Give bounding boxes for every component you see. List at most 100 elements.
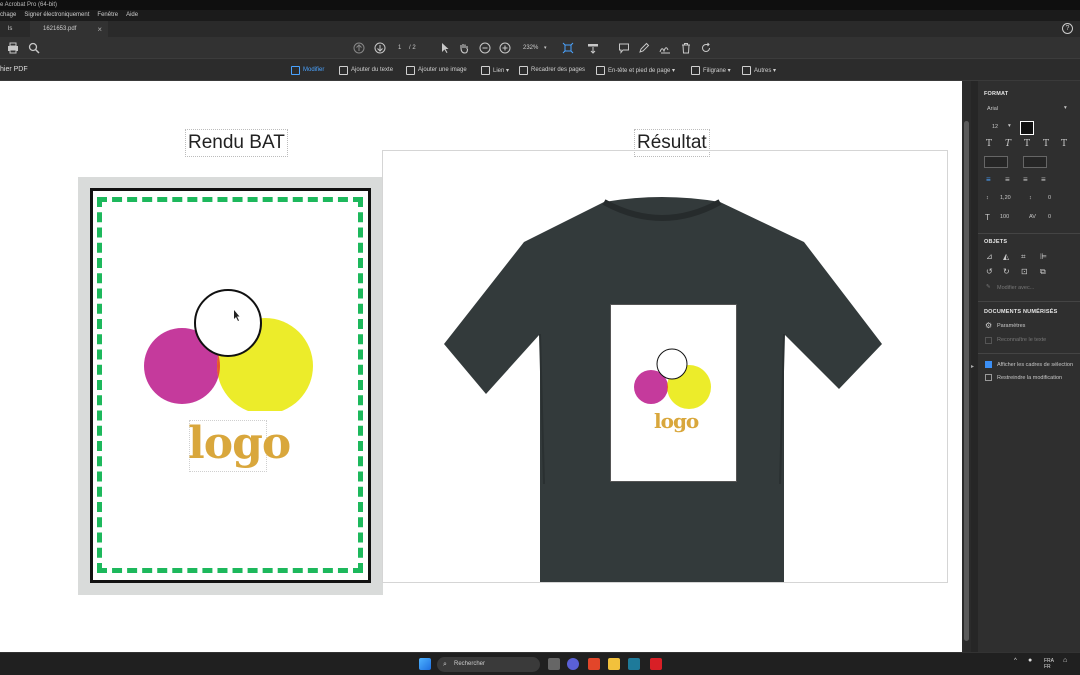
select-cursor-icon[interactable] (439, 42, 451, 54)
menu-item-help[interactable]: Aide (126, 10, 138, 21)
zoom-level[interactable]: 232% (523, 42, 538, 54)
font-size-dropdown-icon[interactable]: ▾ (1008, 123, 1011, 129)
link-icon (481, 65, 490, 75)
align-center-icon[interactable]: ≡ (1005, 175, 1010, 184)
italic-icon[interactable]: T (1005, 139, 1011, 149)
line-spacing-icon: ↕ (986, 195, 989, 201)
flip-horizontal-icon[interactable]: ◭ (1003, 252, 1009, 261)
superscript-icon[interactable]: T (1043, 139, 1049, 149)
text-style-t-icon[interactable]: T (986, 139, 992, 149)
add-image-icon (406, 65, 415, 75)
restrict-edit-checkbox[interactable] (985, 374, 992, 381)
align-right-icon[interactable]: ≡ (1023, 175, 1028, 184)
font-family-select[interactable]: Arial (987, 106, 998, 112)
tool-add-text[interactable]: Ajouter du texte (339, 64, 393, 76)
windows-start-icon[interactable] (419, 658, 431, 670)
microphone-icon[interactable]: ● (1028, 657, 1032, 664)
recognize-text-checkbox[interactable] (985, 337, 992, 344)
tab-bar: ls 1621653.pdf × (0, 21, 1080, 37)
bullet-list-button[interactable] (984, 156, 1008, 168)
rotate-left-icon[interactable]: ↺ (986, 267, 993, 276)
menu-item-sign[interactable]: Signer électroniquement (24, 10, 89, 21)
tray-chevron-icon[interactable]: ^ (1014, 658, 1017, 664)
rotate-icon[interactable] (700, 42, 712, 54)
task-view-icon[interactable] (548, 658, 560, 670)
taskbar-search[interactable]: ⌕ Rechercher (437, 657, 540, 672)
tool-add-image[interactable]: Ajouter une image (406, 64, 467, 76)
crop-image-icon[interactable]: ⌗ (1021, 252, 1026, 262)
brave-browser-icon[interactable] (588, 658, 600, 670)
settings-link[interactable]: Paramètres (997, 323, 1025, 329)
next-page-icon[interactable] (374, 42, 386, 54)
tool-more[interactable]: Autres ▾ (742, 64, 776, 76)
gear-icon[interactable]: ⚙ (985, 321, 992, 330)
prev-page-icon[interactable] (353, 42, 365, 54)
panel-separator (978, 301, 1080, 302)
print-icon[interactable] (7, 42, 19, 54)
modify-with-button[interactable]: Modifier avec... (997, 285, 1034, 291)
rotate-right-icon[interactable]: ↻ (1003, 267, 1010, 276)
tool-crop[interactable]: Recadrer des pages (519, 64, 585, 76)
para-spacing-value[interactable]: 0 (1048, 195, 1051, 201)
hand-tool-icon[interactable] (458, 42, 470, 54)
menu-item-display[interactable]: chage (0, 10, 16, 21)
logo-text-shirt: logo (654, 409, 699, 433)
tool-link[interactable]: Lien ▾ (481, 64, 509, 76)
restrict-edit-label: Restreindre la modification (997, 375, 1063, 381)
numbered-list-button[interactable] (1023, 156, 1047, 168)
search-icon[interactable] (28, 42, 40, 54)
tool-header-footer[interactable]: En-tête et pied de page ▾ (596, 64, 675, 76)
heading-bat-render[interactable]: Rendu BAT (185, 129, 288, 157)
tab-home-label: ls (8, 26, 13, 32)
underline-icon[interactable]: T (1024, 139, 1030, 149)
tracking-value[interactable]: 0 (1048, 214, 1051, 220)
justify-icon[interactable]: ≡ (1041, 175, 1046, 184)
acrobat-taskbar-icon[interactable] (650, 658, 662, 670)
vertical-scrollbar[interactable] (962, 81, 971, 652)
help-icon[interactable]: ? (1062, 23, 1073, 34)
menu-item-window[interactable]: Fenêtre (97, 10, 118, 21)
tool-add-image-label: Ajouter une image (418, 67, 467, 73)
format-title: FORMAT (984, 91, 1009, 97)
edit-pdf-toolbar: hier PDF Modifier Ajouter du texte Ajout… (0, 59, 1080, 81)
show-bounding-boxes-checkbox[interactable] (985, 361, 992, 368)
arrange-icon[interactable]: ⧉ (1040, 267, 1046, 277)
comment-icon[interactable] (618, 42, 630, 54)
subscript-icon[interactable]: T (1061, 139, 1067, 149)
delete-icon[interactable] (680, 42, 692, 54)
zoom-dropdown-icon[interactable]: ▾ (544, 42, 547, 54)
chat-app-icon[interactable] (567, 658, 579, 670)
sign-icon[interactable] (659, 42, 671, 54)
venn-logo-graphic[interactable] (140, 286, 320, 411)
tab-home[interactable]: ls (0, 21, 30, 37)
windows-taskbar: ⌕ Rechercher ^ ● FRA FR ⌂ (0, 652, 1080, 675)
text-color-swatch[interactable] (1020, 121, 1034, 135)
file-explorer-icon[interactable] (608, 658, 620, 670)
terminal-app-icon[interactable] (628, 658, 640, 670)
scale-value[interactable]: 100 (1000, 214, 1009, 220)
highlight-pen-icon[interactable] (638, 42, 650, 54)
tab-close-icon[interactable]: × (97, 25, 102, 34)
align-left-icon[interactable]: ≡ (986, 175, 991, 184)
scrollbar-thumb[interactable] (964, 121, 969, 641)
tool-modify[interactable]: Modifier (291, 64, 324, 76)
tab-document[interactable]: 1621653.pdf × (30, 21, 108, 37)
page-number-input[interactable]: 1 (398, 42, 401, 54)
network-icon[interactable]: ⌂ (1063, 657, 1067, 664)
align-objects-icon[interactable]: ⊫ (1040, 252, 1047, 261)
font-dropdown-icon[interactable]: ▾ (1064, 105, 1067, 111)
tool-header-footer-label: En-tête et pied de page ▾ (608, 67, 676, 74)
collapse-panel-icon[interactable]: ▸ (971, 363, 974, 370)
zoom-in-icon[interactable] (499, 42, 511, 54)
flip-vertical-icon[interactable]: ⊿ (986, 252, 993, 261)
replace-image-icon[interactable]: ⊡ (1021, 267, 1028, 276)
scroll-mode-icon[interactable] (587, 42, 599, 54)
fit-page-icon[interactable] (562, 42, 574, 54)
font-size-select[interactable]: 12 (992, 124, 998, 130)
add-text-icon (339, 65, 348, 75)
tool-watermark[interactable]: Filigrane ▾ (691, 64, 731, 76)
document-page[interactable]: Rendu BAT Résultat logo logo (0, 81, 962, 652)
language-indicator[interactable]: FRA FR (1044, 658, 1054, 670)
line-spacing-value[interactable]: 1,20 (1000, 195, 1011, 201)
zoom-out-icon[interactable] (479, 42, 491, 54)
